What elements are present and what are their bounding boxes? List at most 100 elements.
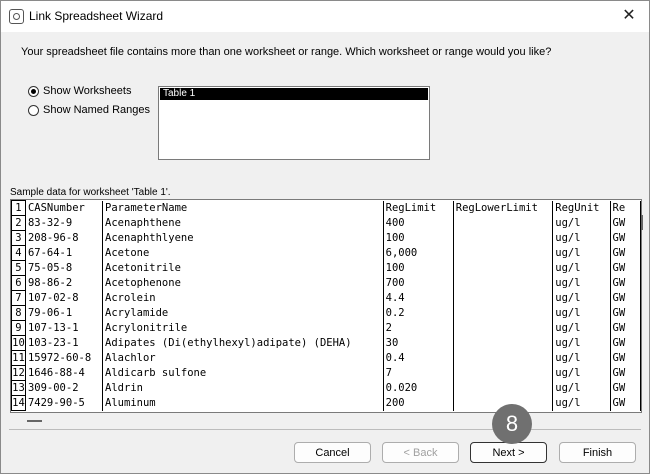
table-cell: 0.4: [383, 350, 454, 366]
row-number: 13: [11, 380, 26, 396]
table-cell: GW: [610, 350, 641, 366]
table-cell: Acetone: [102, 245, 384, 261]
table-cell: [453, 260, 554, 276]
table-row: 9 107-13-1 Acrylonitrile 2 ug/l GW: [11, 320, 641, 336]
row-number: 5: [11, 260, 26, 276]
table-cell: Acetophenone: [102, 275, 384, 291]
table-cell: Aldicarb sulfone: [102, 365, 384, 381]
row-number: 9: [11, 320, 26, 336]
table-cell: [453, 335, 554, 351]
table-cell: 67-64-1: [25, 245, 104, 261]
table-cell: GW: [610, 320, 641, 336]
show-worksheets-option[interactable]: Show Worksheets: [28, 85, 131, 97]
table-cell: 100: [383, 230, 454, 246]
row-number: 2: [11, 215, 26, 231]
table-cell: ug/l: [552, 260, 611, 276]
table-cell: Alachlor: [102, 350, 384, 366]
horizontal-scroll-thumb[interactable]: [27, 420, 42, 422]
table-cell: [453, 350, 554, 366]
table-cell: ug/l: [552, 245, 611, 261]
table-cell: Aluminum: [102, 395, 384, 411]
row-number: 4: [11, 245, 26, 261]
table-row: 8 79-06-1 Acrylamide 0.2 ug/l GW: [11, 305, 641, 321]
table-cell: ug/l: [552, 215, 611, 231]
table-cell: 15972-60-8: [25, 350, 104, 366]
table-cell: ug/l: [552, 335, 611, 351]
table-cell: 83-32-9: [25, 215, 104, 231]
table-cell: ug/l: [552, 290, 611, 306]
column-header: ParameterName: [102, 200, 384, 216]
table-cell: [453, 320, 554, 336]
table-cell: Acrolein: [102, 290, 384, 306]
back-button[interactable]: < Back: [382, 442, 459, 463]
row-number: 10: [11, 335, 26, 351]
table-cell: 200: [383, 395, 454, 411]
table-cell: 75-05-8: [25, 260, 104, 276]
worksheet-list[interactable]: Table 1: [158, 86, 430, 160]
table-cell: GW: [610, 365, 641, 381]
table-cell: [453, 275, 554, 291]
table-cell: 309-00-2: [25, 380, 104, 396]
table-cell: GW: [610, 305, 641, 321]
table-cell: [453, 305, 554, 321]
table-cell: [453, 230, 554, 246]
table-cell: [453, 290, 554, 306]
show-worksheets-label: Show Worksheets: [43, 85, 132, 97]
table-cell: 100: [383, 260, 454, 276]
table-row: 5 75-05-8 Acetonitrile 100 ug/l GW: [11, 260, 641, 276]
title-bar: Link Spreadsheet Wizard ✕: [1, 1, 649, 32]
finish-button[interactable]: Finish: [559, 442, 636, 463]
table-cell: Acenaphthene: [102, 215, 384, 231]
table-cell: 4.4: [383, 290, 454, 306]
close-icon[interactable]: ✕: [617, 4, 641, 28]
next-button[interactable]: Next >: [470, 442, 547, 463]
radio-selected-icon[interactable]: [28, 85, 39, 97]
table-cell: 6,000: [383, 245, 454, 261]
table-cell: 107-13-1: [25, 320, 104, 336]
radio-unselected-icon[interactable]: [28, 104, 39, 116]
step-number-badge: 8: [492, 404, 532, 444]
table-row: 11 15972-60-8 Alachlor 0.4 ug/l GW: [11, 350, 641, 366]
row-number: 6: [11, 275, 26, 291]
data-table: 1 CASNumber ParameterName RegLimit RegLowerL…: [11, 200, 641, 411]
table-cell: 700: [383, 275, 454, 291]
table-row: 6 98-86-2 Acetophenone 700 ug/l GW: [11, 275, 641, 291]
table-cell: 98-86-2: [25, 275, 104, 291]
column-header: RegLimit: [383, 200, 454, 216]
table-cell: ug/l: [552, 350, 611, 366]
table-cell: 7: [383, 365, 454, 381]
show-named-ranges-label: Show Named Ranges: [43, 104, 151, 116]
table-cell: 0.020: [383, 380, 454, 396]
table-row: 13 309-00-2 Aldrin 0.020 ug/l GW: [11, 380, 641, 396]
sample-data-label: Sample data for worksheet 'Table 1'.: [10, 187, 171, 198]
show-named-ranges-option[interactable]: Show Named Ranges: [28, 104, 150, 116]
table-cell: ug/l: [552, 230, 611, 246]
table-cell: 0.2: [383, 305, 454, 321]
table-cell: GW: [610, 395, 641, 411]
table-row: 4 67-64-1 Acetone 6,000 ug/l GW: [11, 245, 641, 261]
table-cell: 107-02-8: [25, 290, 104, 306]
row-number: 7: [11, 290, 26, 306]
column-header: Re: [610, 200, 641, 216]
table-cell: GW: [610, 275, 641, 291]
table-cell: Acrylonitrile: [102, 320, 384, 336]
table-cell: GW: [610, 290, 641, 306]
row-number: 14: [11, 395, 26, 411]
worksheet-list-item[interactable]: Table 1: [160, 88, 428, 100]
table-cell: GW: [610, 245, 641, 261]
table-cell: 103-23-1: [25, 335, 104, 351]
row-number: 3: [11, 230, 26, 246]
table-cell: [453, 245, 554, 261]
table-row: 7 107-02-8 Acrolein 4.4 ug/l GW: [11, 290, 641, 306]
row-number: 11: [11, 350, 26, 366]
table-cell: ug/l: [552, 320, 611, 336]
window-title: Link Spreadsheet Wizard: [29, 9, 164, 23]
column-header: CASNumber: [25, 200, 104, 216]
table-cell: 79-06-1: [25, 305, 104, 321]
table-row: 3 208-96-8 Acenaphthlyene 100 ug/l GW: [11, 230, 641, 246]
table-cell: ug/l: [552, 395, 611, 411]
sample-data-grid[interactable]: 1 CASNumber ParameterName RegLimit RegLowerL…: [10, 199, 642, 413]
table-row: 12 1646-88-4 Aldicarb sulfone 7 ug/l GW: [11, 365, 641, 381]
cancel-button[interactable]: Cancel: [294, 442, 371, 463]
vertical-scroll-thumb[interactable]: [641, 215, 643, 230]
